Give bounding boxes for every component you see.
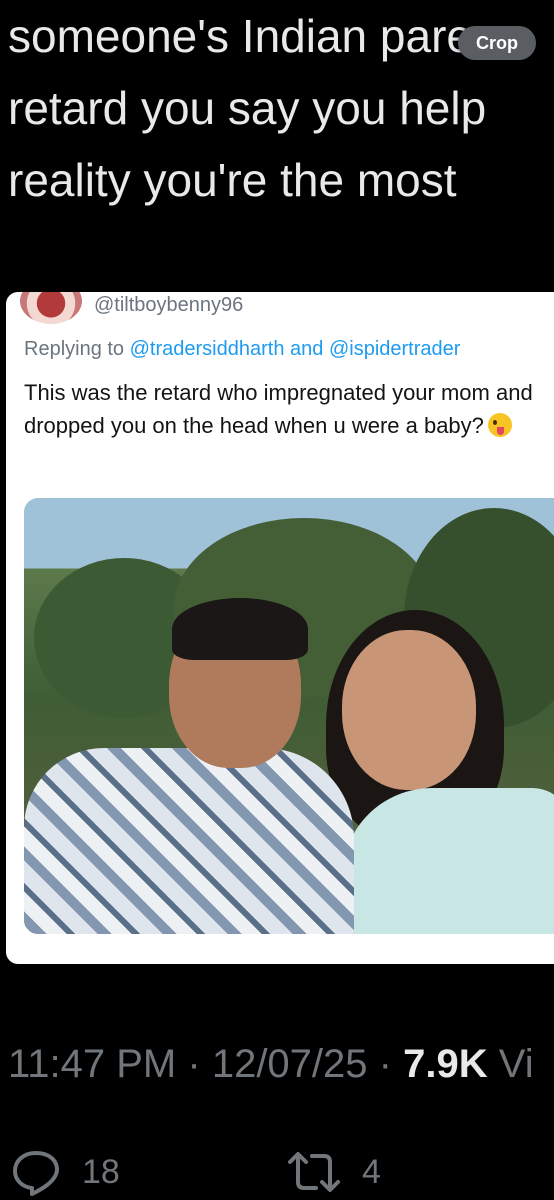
reply-count: 18 [82, 1152, 120, 1191]
person-woman-face [342, 630, 476, 790]
tweet-meta: 11:47 PM · 12/07/25 · 7.9K Vi [8, 1042, 554, 1087]
attached-photo[interactable] [24, 498, 554, 934]
tweet-date[interactable]: 12/07/25 [212, 1042, 368, 1086]
replying-to-line: Replying to @tradersiddharth and @ispide… [24, 338, 460, 361]
reply-button[interactable]: 18 [10, 1148, 120, 1196]
views-label: Vi [498, 1042, 534, 1086]
person-man-hair [172, 598, 308, 660]
repost-count: 4 [362, 1152, 381, 1191]
person-woman-saree [342, 788, 554, 934]
views-count[interactable]: 7.9K [403, 1042, 488, 1086]
crop-button[interactable]: Crop [458, 26, 536, 60]
avatar [20, 292, 82, 324]
tweet-text-line-3: reality you're the most [8, 154, 457, 206]
speech-bubble-icon [13, 1151, 59, 1196]
quoted-body-text: This was the retard who impregnated your… [24, 380, 533, 438]
separator: · [187, 1042, 201, 1086]
quoted-body: This was the retard who impregnated your… [24, 376, 544, 442]
person-man-shirt [24, 748, 354, 934]
replying-prefix: Replying to [24, 338, 125, 360]
repost-arrows-icon [288, 1152, 340, 1192]
tweet-time[interactable]: 11:47 PM [8, 1042, 176, 1086]
mention-link[interactable]: @ispidertrader [329, 338, 460, 360]
quoted-screenshot-card[interactable]: @tiltboybenny96 Replying to @tradersiddh… [6, 292, 554, 964]
connector-text: and [290, 338, 324, 360]
tweet-text-line-2: retard you say you help [8, 82, 487, 134]
action-bar: 18 4 [0, 1148, 554, 1200]
separator: · [378, 1042, 392, 1086]
quoted-handle[interactable]: @tiltboybenny96 [94, 294, 243, 317]
mention-link[interactable]: @tradersiddharth [130, 338, 285, 360]
zany-face-icon [487, 413, 512, 437]
repost-button[interactable]: 4 [286, 1148, 381, 1196]
